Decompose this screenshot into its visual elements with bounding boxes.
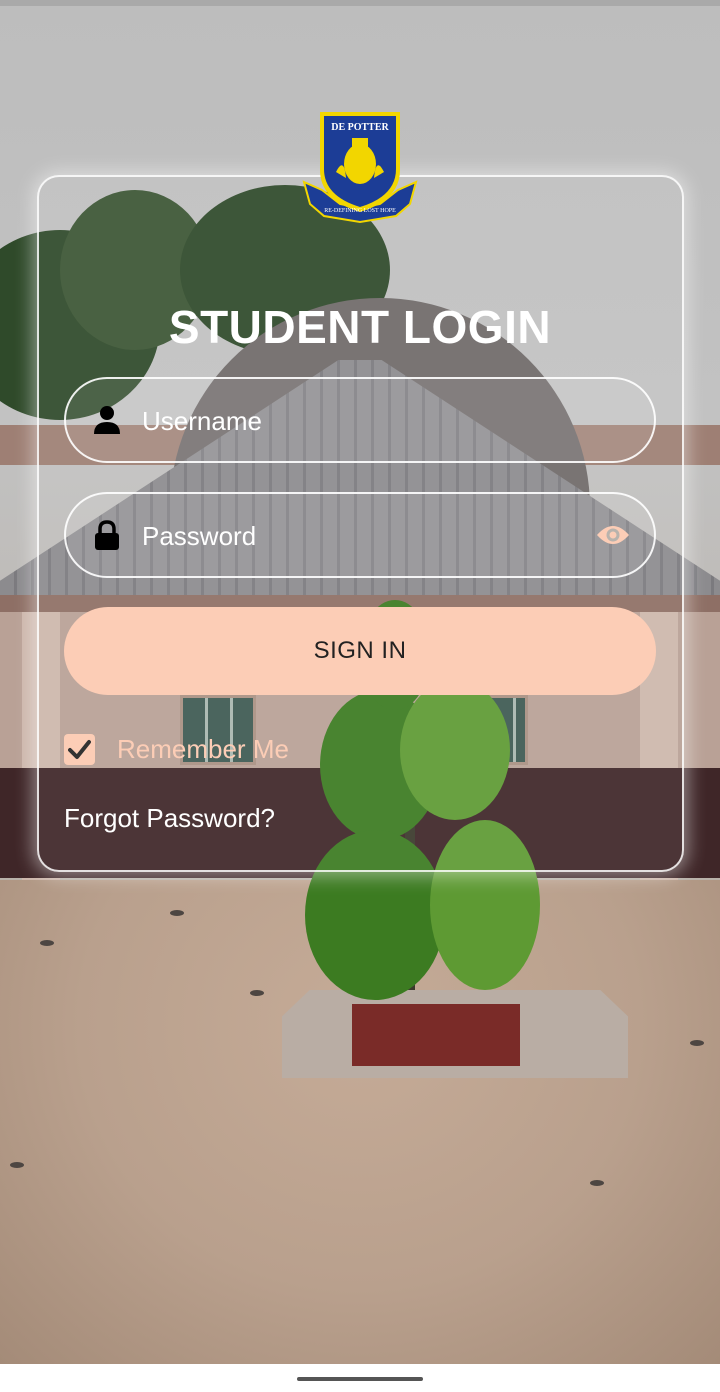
crest-motto-text: RE-DEFINING LOST HOPE [324,208,396,214]
eye-icon[interactable] [596,522,630,548]
planter-red-band [352,1004,520,1066]
home-gesture-handle[interactable] [297,1377,423,1381]
forgot-password-link[interactable]: Forgot Password? [64,803,275,834]
stone [250,990,264,996]
remember-me-toggle[interactable]: Remember Me [64,731,289,767]
sign-in-button[interactable]: SIGN IN [64,607,656,695]
school-logo: DE POTTER RE-DEFINING LOST HOPE [300,108,420,226]
system-navigation-bar [0,1364,720,1392]
checkmark-icon [68,739,91,759]
crest-name-text: DE POTTER [331,122,389,133]
username-input[interactable] [142,399,582,443]
stone [40,940,54,946]
page-title: STUDENT LOGIN [168,301,552,353]
school-crest-icon: DE POTTER RE-DEFINING LOST HOPE [302,112,418,224]
password-input[interactable] [142,514,582,558]
stone [10,1162,24,1168]
status-bar [0,0,720,6]
lock-icon [95,520,119,550]
remember-me-checkbox[interactable] [64,733,95,765]
password-field[interactable] [64,492,656,578]
stone [590,1180,604,1186]
stone [690,1040,704,1046]
stone [170,910,184,916]
planter-box [282,990,628,1078]
username-field[interactable] [64,377,656,463]
person-icon [94,406,120,434]
remember-me-label: Remember Me [117,733,289,764]
